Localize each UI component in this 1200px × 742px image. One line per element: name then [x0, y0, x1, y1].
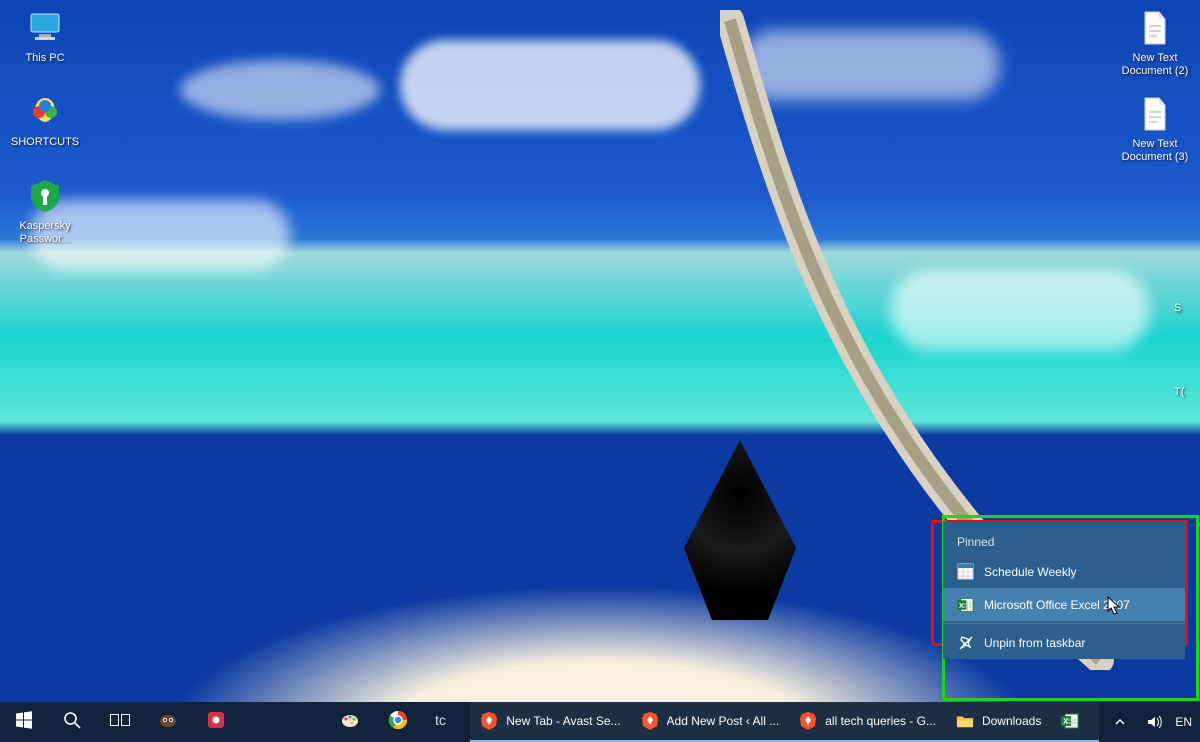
desktop-icon-newtext3[interactable]: New Text Document (3): [1116, 94, 1194, 164]
svg-text:tc: tc: [435, 712, 446, 728]
kaspersky-icon: [24, 176, 66, 216]
system-tray: EN: [1099, 702, 1200, 742]
shortcuts-icon: [24, 92, 66, 132]
jumplist-divider: [943, 623, 1185, 624]
chrome-icon: [388, 710, 408, 735]
jumplist-item-schedule-weekly[interactable]: Schedule Weekly: [943, 555, 1185, 588]
jumplist-header: Pinned: [943, 529, 1185, 555]
desktop-icon-label: New Text Document (3): [1116, 138, 1194, 164]
jumplist-unpin-label: Unpin from taskbar: [984, 636, 1085, 650]
brave-icon: [480, 712, 498, 730]
folder-icon: [956, 712, 974, 730]
desktop-icon-shortcuts[interactable]: SHORTCUTS: [6, 92, 84, 149]
taskbar-task-brave-newtab[interactable]: New Tab - Avast Se...: [470, 702, 630, 742]
jumplist: Pinned Schedule Weekly XMicrosoft Office …: [943, 521, 1185, 659]
tray-chevron-up[interactable]: [1107, 702, 1133, 742]
jumplist-unpin[interactable]: Unpin from taskbar: [943, 626, 1185, 659]
taskbar-task-label: New Tab - Avast Se...: [506, 714, 620, 728]
taskbar-task-explorer-dl[interactable]: Downloads: [946, 702, 1051, 742]
taskbar-task-label: Add New Post ‹ All ...: [667, 714, 780, 728]
xls-doc-icon: [957, 563, 974, 580]
volume-icon[interactable]: [1141, 702, 1167, 742]
excel-app-icon: X: [1061, 712, 1079, 730]
desktop-icon-label: Kaspersky Passwor...: [6, 220, 84, 246]
desktop-icon-label: SHORTCUTS: [6, 136, 84, 149]
taskbar-gimp-button[interactable]: [144, 702, 192, 742]
taskbar-task-brave-techq[interactable]: all tech queries - G...: [789, 702, 946, 742]
desktop-icon-label: New Text Document (2): [1116, 52, 1194, 78]
taskbar-app-red-button[interactable]: [192, 702, 240, 742]
desktop-icon-truncated[interactable]: T(: [1174, 386, 1200, 398]
taskbar-tera-button[interactable]: tc: [422, 702, 470, 742]
desktop-icon-this-pc[interactable]: This PC: [6, 8, 84, 65]
jumplist-item-ms-excel-2007[interactable]: XMicrosoft Office Excel 2007: [943, 588, 1185, 621]
jumplist-item-label: Schedule Weekly: [984, 565, 1077, 579]
desktop-icon-truncated[interactable]: S: [1174, 302, 1200, 314]
taskbar-task-label: all tech queries - G...: [825, 714, 936, 728]
cursor-icon: [1107, 596, 1121, 616]
monitor-icon: [24, 8, 66, 48]
desktop[interactable]: This PC SHORTCUTS Kaspersky Passwor... New …: [0, 0, 1200, 702]
desktop-icon-label: This PC: [6, 52, 84, 65]
excel-app-icon: X: [957, 596, 974, 613]
appred-icon: [206, 710, 226, 735]
search-icon: [63, 711, 81, 734]
svg-text:X: X: [959, 600, 964, 609]
brave-icon: [799, 712, 817, 730]
taskbar-taskview-button[interactable]: [96, 702, 144, 742]
taskbar-paint-button[interactable]: [326, 702, 374, 742]
taskbar-task-brave-addpost[interactable]: Add New Post ‹ All ...: [631, 702, 790, 742]
taskbar-start-button[interactable]: [0, 702, 48, 742]
unpin-icon: [957, 634, 974, 651]
taskbar-task-excel[interactable]: X: [1051, 702, 1099, 742]
taskbar-task-label: Downloads: [982, 714, 1041, 728]
tera-icon: tc: [435, 710, 457, 735]
svg-text:X: X: [1063, 717, 1069, 726]
desktop-icon-newtext2[interactable]: New Text Document (2): [1116, 8, 1194, 78]
taskbar: tc New Tab - Avast Se... Add New Post ‹ A…: [0, 702, 1200, 742]
desktop-icon-kaspersky[interactable]: Kaspersky Passwor...: [6, 176, 84, 246]
txt-icon: [1134, 8, 1176, 48]
gimp-icon: [158, 710, 178, 735]
win-icon: [15, 711, 33, 734]
language-indicator[interactable]: EN: [1175, 715, 1192, 729]
brave-icon: [641, 712, 659, 730]
txt-icon: [1134, 94, 1176, 134]
wallpaper-cloud: [180, 60, 380, 120]
taskbar-chrome-button[interactable]: [374, 702, 422, 742]
taskbar-search-button[interactable]: [48, 702, 96, 742]
paint-icon: [340, 710, 360, 735]
wallpaper-cloud: [400, 40, 700, 130]
taskview-icon: [110, 712, 130, 733]
